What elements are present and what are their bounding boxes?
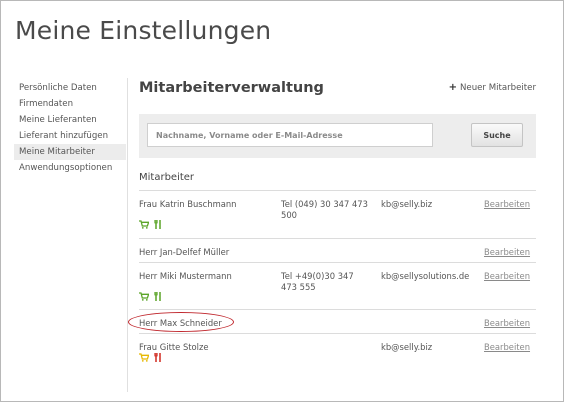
search-input[interactable] bbox=[147, 123, 433, 147]
employee-name: Herr Miki Mustermann bbox=[139, 271, 232, 281]
employees-table: Frau Katrin Buschmann Tel (049) 30 347 4… bbox=[139, 190, 536, 373]
cutlery-icon bbox=[154, 292, 162, 301]
page-title: Meine Einstellungen bbox=[15, 16, 272, 45]
employee-name: Herr Max Schneider bbox=[139, 318, 222, 328]
employee-name: Frau Katrin Buschmann bbox=[139, 199, 237, 209]
sidebar-item-application-options[interactable]: Anwendungsoptionen bbox=[14, 160, 126, 176]
employee-tel: Tel (049) 30 347 473 500 bbox=[281, 199, 368, 220]
employee-icons bbox=[139, 353, 162, 362]
employee-email: kb@sellysolutions.de bbox=[381, 271, 470, 281]
cutlery-icon bbox=[154, 220, 162, 229]
sidebar-item-my-suppliers[interactable]: Meine Lieferanten bbox=[14, 112, 126, 128]
employee-email: kb@selly.biz bbox=[381, 342, 433, 352]
new-employee-link[interactable]: + Neuer Mitarbeiter bbox=[449, 82, 536, 93]
sidebar-item-add-supplier[interactable]: Lieferant hinzufügen bbox=[14, 128, 126, 144]
sidebar-divider bbox=[127, 78, 128, 392]
employee-email: kb@selly.biz bbox=[381, 199, 433, 209]
settings-sidebar: Persönliche Daten Firmendaten Meine Lief… bbox=[14, 80, 126, 176]
cart-icon bbox=[139, 220, 149, 229]
sidebar-item-company-data[interactable]: Firmendaten bbox=[14, 96, 126, 112]
cart-icon bbox=[139, 292, 149, 301]
sidebar-item-my-employees[interactable]: Meine Mitarbeiter bbox=[14, 144, 126, 160]
table-row: Herr Miki Mustermann Tel +49(0)30 347 47… bbox=[139, 262, 536, 309]
employee-tel: Tel +49(0)30 347 473 555 bbox=[281, 271, 354, 292]
employee-name: Herr Jan-Delfef Müller bbox=[139, 247, 230, 257]
edit-link[interactable]: Bearbeiten bbox=[484, 342, 530, 352]
plus-icon: + bbox=[448, 82, 457, 93]
edit-link[interactable]: Bearbeiten bbox=[484, 318, 530, 328]
edit-link[interactable]: Bearbeiten bbox=[484, 199, 530, 209]
employee-icons bbox=[139, 220, 162, 229]
employees-heading: Mitarbeiter bbox=[139, 172, 195, 183]
table-row: Herr Max Schneider Bearbeiten bbox=[139, 309, 536, 333]
table-row: Frau Gitte Stolze kb@selly.biz Bearbeite… bbox=[139, 333, 536, 373]
cutlery-icon bbox=[154, 353, 162, 362]
employee-name: Frau Gitte Stolze bbox=[139, 342, 209, 352]
new-employee-label: Neuer Mitarbeiter bbox=[459, 83, 536, 93]
search-bar: Suche bbox=[139, 114, 536, 158]
edit-link[interactable]: Bearbeiten bbox=[484, 271, 530, 281]
section-title: Mitarbeiterverwaltung bbox=[139, 80, 324, 96]
edit-link[interactable]: Bearbeiten bbox=[484, 247, 530, 257]
table-row: Frau Katrin Buschmann Tel (049) 30 347 4… bbox=[139, 190, 536, 238]
table-row: Herr Jan-Delfef Müller Bearbeiten bbox=[139, 238, 536, 262]
sidebar-item-personal-data[interactable]: Persönliche Daten bbox=[14, 80, 126, 96]
employee-icons bbox=[139, 292, 162, 301]
search-button[interactable]: Suche bbox=[471, 123, 523, 147]
cart-icon bbox=[139, 353, 149, 362]
